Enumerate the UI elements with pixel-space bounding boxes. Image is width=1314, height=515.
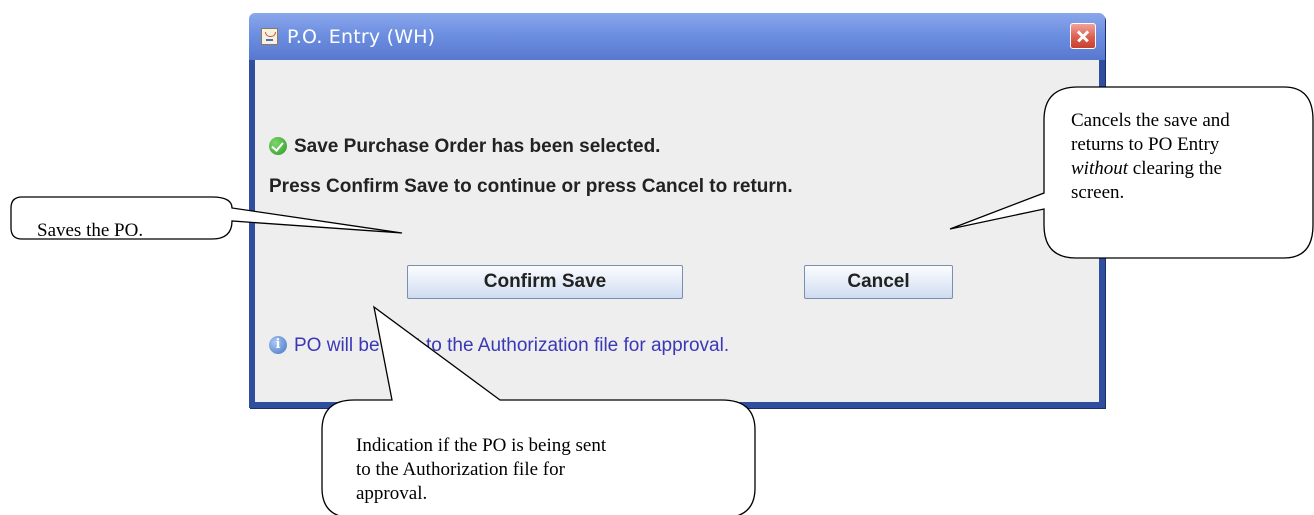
- callout-indication-line: to the Authorization file for: [356, 459, 565, 480]
- instruction-message: Press Confirm Save to continue or press …: [269, 176, 793, 197]
- callout-saves-label: Saves the PO.: [37, 220, 144, 241]
- dialog-title: P.O. Entry (WH): [287, 26, 436, 48]
- callout-indication-text: Indication if the PO is being sent to th…: [356, 434, 696, 506]
- callout-cancels-line: returns to PO Entry: [1071, 134, 1220, 155]
- po-entry-dialog: P.O. Entry (WH) Save Purchase Order has …: [249, 13, 1105, 408]
- close-icon[interactable]: [1070, 23, 1096, 49]
- save-selected-message: Save Purchase Order has been selected.: [294, 136, 661, 157]
- callout-saves-text: Saves the PO.: [37, 219, 143, 243]
- callout-cancels-line: Cancels the save and: [1071, 110, 1230, 131]
- callout-cancels-italic: without: [1071, 158, 1129, 179]
- authorization-info-message: PO will be sent to the Authorization fil…: [294, 335, 730, 356]
- java-cup-icon: [261, 28, 278, 45]
- info-icon: i: [269, 336, 287, 354]
- callout-cancels-rest: clearing the: [1128, 158, 1222, 179]
- cancel-button[interactable]: Cancel: [804, 265, 953, 299]
- callout-indication-line: approval.: [356, 483, 428, 504]
- callout-cancels-line: screen.: [1071, 182, 1125, 203]
- confirm-save-button[interactable]: Confirm Save: [407, 265, 683, 299]
- callout-cancels-line: without clearing the: [1071, 157, 1301, 181]
- callout-indication-line: Indication if the PO is being sent: [356, 435, 607, 456]
- dialog-content: Save Purchase Order has been selected. P…: [255, 60, 1099, 402]
- check-circle-icon: [269, 137, 287, 155]
- callout-cancels-text: Cancels the save and returns to PO Entry…: [1071, 109, 1301, 205]
- dialog-title-bar[interactable]: P.O. Entry (WH): [249, 13, 1105, 60]
